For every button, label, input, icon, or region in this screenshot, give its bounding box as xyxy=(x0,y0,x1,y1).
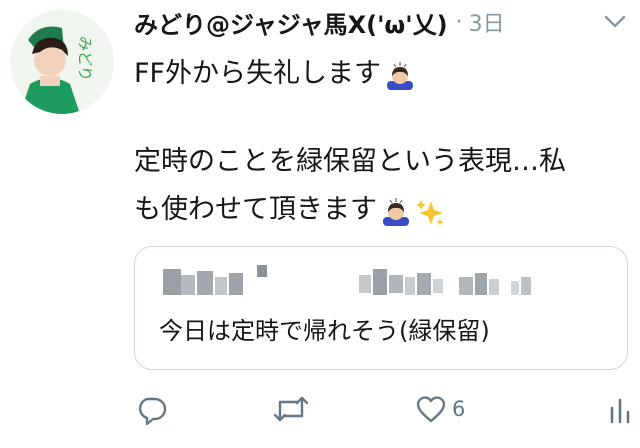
analytics-button[interactable] xyxy=(608,392,632,426)
sparkles-icon xyxy=(415,195,445,226)
tweet-line-text: も使わせて頂きます xyxy=(134,194,377,225)
tweet-line: も使わせて頂きます xyxy=(134,186,634,234)
author-name[interactable]: みどり@ジャジャ馬X('ω'乂) xyxy=(134,5,448,40)
avatar[interactable]: みどり xyxy=(10,10,114,114)
like-count: 6 xyxy=(452,397,466,421)
reply-icon xyxy=(134,392,168,426)
heart-icon xyxy=(414,392,448,426)
redacted-quoted-author xyxy=(159,261,599,301)
quoted-tweet-card[interactable]: 今日は定時で帰れそう(緑保留) xyxy=(134,246,628,370)
retweet-button[interactable] xyxy=(272,392,310,426)
like-button[interactable]: 6 xyxy=(414,392,465,426)
avatar-signature: みどり xyxy=(76,36,94,81)
bowing-person-icon xyxy=(385,59,415,90)
bar-chart-icon xyxy=(608,392,632,426)
separator-dot: · xyxy=(455,9,463,35)
retweet-icon xyxy=(272,392,310,426)
tweet-line: 定時のことを緑保留という表現…私 xyxy=(134,138,634,186)
timestamp[interactable]: 3日 xyxy=(469,6,505,38)
bowing-person-icon xyxy=(381,195,411,226)
tweet-actions: 6 xyxy=(134,392,640,438)
tweet-line-text: 定時のことを緑保留という表現…私 xyxy=(134,146,566,177)
tweet-line: FF外から失礼します xyxy=(134,50,634,98)
chevron-down-icon[interactable] xyxy=(604,14,626,28)
tweet-text: FF外から失礼します 定時のことを緑保留という表現…私 も使わせて頂きます xyxy=(134,50,634,234)
tweet-line-text: FF外から失礼します xyxy=(134,58,382,89)
tweet-header: みどり@ジャジャ馬X('ω'乂) · 3日 xyxy=(134,4,505,40)
reply-button[interactable] xyxy=(134,392,168,426)
quoted-tweet-text: 今日は定時で帰れそう(緑保留) xyxy=(159,317,490,345)
